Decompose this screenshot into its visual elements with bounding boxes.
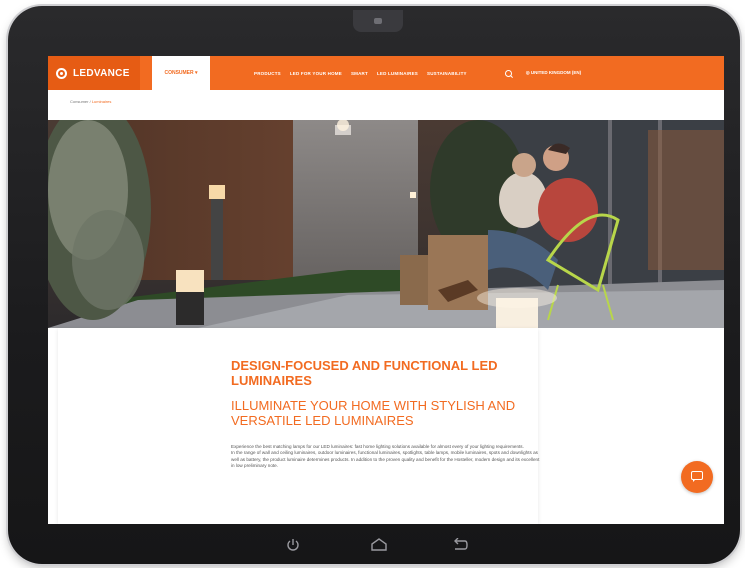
search-icon[interactable] (504, 69, 512, 77)
top-navbar: LEDVANCE CONSUMER ▾ PRODUCTS LED FOR YOU… (48, 56, 724, 90)
intro-text: Experience the best matching lamps for o… (231, 444, 543, 470)
nav-item-smart[interactable]: SMART (351, 71, 368, 76)
nav-tab-consumer-label: CONSUMER (164, 70, 194, 76)
browser-screen: LEDVANCE CONSUMER ▾ PRODUCTS LED FOR YOU… (48, 56, 724, 524)
region-selector[interactable]: ◎ UNITED KINGDOM (EN) (526, 70, 581, 76)
back-icon[interactable] (452, 538, 468, 552)
logo-mark-icon (56, 67, 67, 79)
android-navigation-bar (8, 530, 740, 560)
home-icon[interactable] (370, 538, 388, 552)
nav-item-led-luminaires[interactable]: LED LUMINAIRES (377, 71, 418, 76)
hero-image (48, 120, 724, 328)
brand-logo[interactable]: LEDVANCE (48, 56, 140, 90)
camera-notch (353, 10, 403, 32)
nav-tab-consumer[interactable]: CONSUMER ▾ (152, 56, 210, 90)
power-icon[interactable] (286, 538, 300, 552)
nav-item-products[interactable]: PRODUCTS (254, 71, 281, 76)
tablet-frame: LEDVANCE CONSUMER ▾ PRODUCTS LED FOR YOU… (8, 6, 740, 564)
nav-item-led-for-home[interactable]: LED FOR YOUR HOME (290, 71, 342, 76)
chevron-down-icon: ▾ (193, 70, 198, 76)
breadcrumb-item-luminaires[interactable]: Luminaires (92, 99, 112, 104)
region-label: UNITED KINGDOM (EN) (530, 70, 582, 75)
breadcrumb: Consumer / Luminaires (70, 99, 111, 104)
page-headline: DESIGN-FOCUSED AND FUNCTIONAL LED LUMINA… (231, 358, 498, 388)
hero-photo-couple-on-terrace (48, 120, 724, 328)
intro-paragraph: In the range of wall and ceiling luminai… (231, 450, 540, 469)
page-subheadline: ILLUMINATE YOUR HOME WITH STYLISH AND VE… (231, 398, 516, 428)
nav-item-sustainability[interactable]: SUSTAINABILITY (427, 71, 467, 76)
intro-section: DESIGN-FOCUSED AND FUNCTIONAL LED LUMINA… (48, 328, 724, 524)
brand-name: LEDVANCE (73, 67, 130, 79)
breadcrumb-bar: Consumer / Luminaires (48, 90, 724, 120)
nav-menu: PRODUCTS LED FOR YOUR HOME SMART LED LUM… (254, 71, 467, 76)
chat-button[interactable] (681, 461, 713, 493)
breadcrumb-item-consumer[interactable]: Consumer (70, 99, 88, 104)
